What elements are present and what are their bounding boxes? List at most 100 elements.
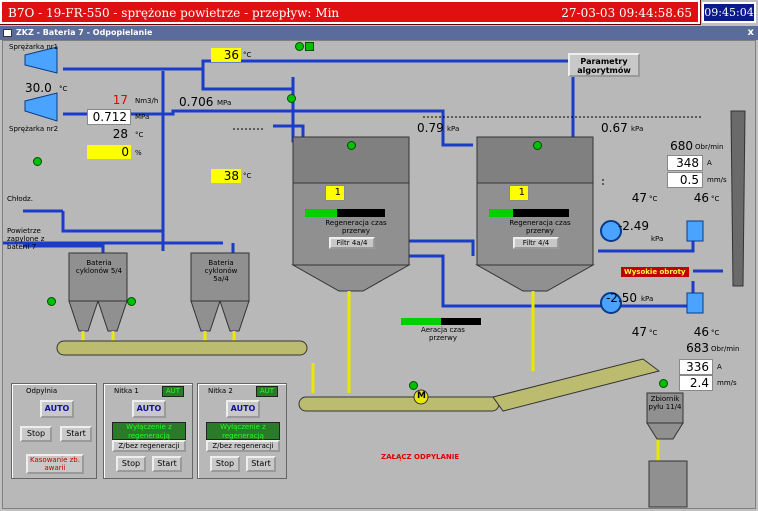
temp-mid-value: 38: [211, 169, 241, 183]
status-indicator: [533, 141, 542, 150]
fan-bottom-temp-in-unit: °C: [649, 329, 658, 337]
filter-1-progress: [305, 209, 385, 217]
aeration-progress: [401, 318, 481, 325]
fan-bottom-rpm-unit: Obr/min: [711, 345, 740, 353]
temp-main-value: 28: [112, 127, 128, 141]
status-indicator: [347, 141, 356, 150]
fan-top-temp-bearing: 46: [693, 191, 709, 205]
fan-top-amp: 348: [667, 155, 703, 171]
panel-nitka-1: Nitka 1 AUT AUTO Wyłączenie z regeneracj…: [103, 383, 193, 479]
filter-1-pressure-unit: kPa: [447, 125, 460, 133]
dedust-start-button[interactable]: Start: [60, 426, 92, 442]
status-indicator: [127, 297, 136, 306]
temp-mid-unit: °C: [243, 172, 252, 180]
nitka-1-status: Wyłączenie z regeneracją: [112, 422, 186, 440]
nitka-1-toggle[interactable]: Z/bez regeneracji: [112, 440, 186, 452]
nitka-2-start-button[interactable]: Start: [246, 456, 276, 472]
air-note: Powietrze zapylone z baterii 7: [7, 227, 45, 251]
status-indicator: [287, 94, 296, 103]
chlodz-label: Chłodz.: [7, 195, 33, 203]
panel-dedust: Odpylnia AUTO Stop Start Kasowanie zb. a…: [11, 383, 97, 479]
fan-top-vib-unit: mm/s: [707, 176, 727, 184]
filter-1-counter: 1: [325, 185, 345, 201]
parameters-button[interactable]: Parametry algorytmów: [568, 53, 640, 77]
alarm-bar: B7O - 19-FR-550 - sprężone powietrze - p…: [0, 0, 701, 25]
alarm-text: B7O - 19-FR-550 - sprężone powietrze - p…: [8, 6, 340, 20]
cyclone-1-label: Bateria cyklonów 5/4: [75, 259, 123, 275]
status-indicator: [409, 381, 418, 390]
panel-nitka-2: Nitka 2 AUT AUTO Wyłączenie z regeneracj…: [197, 383, 287, 479]
fan-bottom-temp-bearing: 46: [693, 325, 709, 339]
window-icon: [3, 29, 12, 37]
temp-top-unit: °C: [243, 51, 252, 59]
fan-top-dp: -2.49: [617, 219, 649, 233]
fan-top-temp-in-unit: °C: [649, 195, 658, 203]
nitka-2-status: Wyłączenie z regeneracją: [206, 422, 280, 440]
pipe-pressure-value: 0.706: [179, 95, 214, 109]
fan-bottom-amp: 336: [679, 359, 713, 375]
panel-dedust-title: Odpylnia: [26, 387, 58, 395]
motor-label: M: [417, 391, 426, 401]
nitka-1-start-button[interactable]: Start: [152, 456, 182, 472]
fan-bottom-vib-unit: mm/s: [717, 379, 737, 387]
fan-bottom-amp-unit: A: [717, 363, 722, 371]
nitka-1-mode: AUT: [162, 386, 184, 397]
filter-1-regen-label: Regeneracja czas przerwy: [325, 219, 387, 235]
fan-bottom-dp-unit: kPa: [641, 295, 654, 303]
nitka-2-mode: AUT: [256, 386, 278, 397]
fan-top-temp-in: 47: [631, 191, 647, 205]
tank-label: Zbiornik pyłu 11/4: [648, 395, 682, 411]
compressor-pressure: 30.0: [25, 81, 52, 95]
filter-2-pressure-unit: kPa: [631, 125, 644, 133]
clock: 09:45:04: [702, 2, 756, 23]
pressure-main-unit: MPa: [135, 113, 150, 121]
pct-unit: %: [135, 149, 142, 157]
filter-2-pressure: 0.67: [601, 121, 628, 135]
filter-2-counter: 1: [509, 185, 529, 201]
nitka-2-toggle[interactable]: Z/bez regeneracji: [206, 440, 280, 452]
flow-unit: Nm3/h: [135, 97, 159, 105]
panel-nitka-1-title: Nitka 1: [114, 387, 139, 395]
pct-value: 0: [87, 145, 131, 159]
temp-main-unit: °C: [135, 131, 144, 139]
filter-2-select[interactable]: Filtr 4/4: [513, 237, 559, 249]
status-indicator: [305, 42, 314, 51]
status-indicator: [47, 297, 56, 306]
close-icon[interactable]: x: [748, 26, 754, 40]
pressure-main-value: 0.712: [87, 109, 131, 125]
status-indicator: [295, 42, 304, 51]
fan-bottom-dp: -2.50: [605, 291, 637, 305]
nitka-1-auto-button[interactable]: AUTO: [132, 400, 166, 418]
compressor-2-label: Sprężarka nr2: [9, 125, 59, 133]
filter-2-progress: [489, 209, 569, 217]
nitka-1-stop-button[interactable]: Stop: [116, 456, 146, 472]
fan-bottom-temp-unit: °C: [711, 329, 720, 337]
nitka-2-stop-button[interactable]: Stop: [210, 456, 240, 472]
fan-bottom-rpm: 683: [686, 341, 709, 355]
filter-1-pressure: 0.79: [417, 121, 444, 135]
fan-top-rpm: 680: [670, 139, 693, 153]
fan-top-amp-unit: A: [707, 159, 712, 167]
window-title: ZKZ - Bateria 7 - Odpopielanie: [16, 28, 153, 37]
dedust-auto-button[interactable]: AUTO: [40, 400, 74, 418]
cyclone-2-label: Bateria cyklonów 5a/4: [204, 259, 238, 283]
compressor-pressure-unit: °C: [59, 85, 68, 93]
fan-bottom-temp-in: 47: [631, 325, 647, 339]
start-dedust-label[interactable]: ZAŁĄCZ ODPYLANIE: [381, 453, 459, 461]
flow-value: 17: [112, 93, 128, 107]
dedust-stop-button[interactable]: Stop: [20, 426, 52, 442]
alarm-datetime: 27-03-03 09:44:58.65: [561, 6, 692, 20]
pipe-pressure-unit: MPa: [217, 99, 232, 107]
status-indicator: [659, 379, 668, 388]
panel-nitka-2-title: Nitka 2: [208, 387, 233, 395]
nitka-2-auto-button[interactable]: AUTO: [226, 400, 260, 418]
filter-1-select[interactable]: Filtr 4a/4: [329, 237, 375, 249]
temp-top-value: 36: [211, 48, 241, 62]
fan-top-vib: 0.5: [667, 172, 703, 188]
compressor-1-label: Sprężarka nr1: [9, 43, 59, 51]
fan-bottom-vib: 2.4: [679, 375, 713, 391]
filter-2-regen-label: Regeneracja czas przerwy: [509, 219, 571, 235]
aeration-label: Aeracja czas przerwy: [421, 326, 465, 342]
window-titlebar: ZKZ - Bateria 7 - Odpopielanie x: [0, 26, 758, 40]
reset-failure-button[interactable]: Kasowanie zb. awarii: [26, 454, 84, 474]
